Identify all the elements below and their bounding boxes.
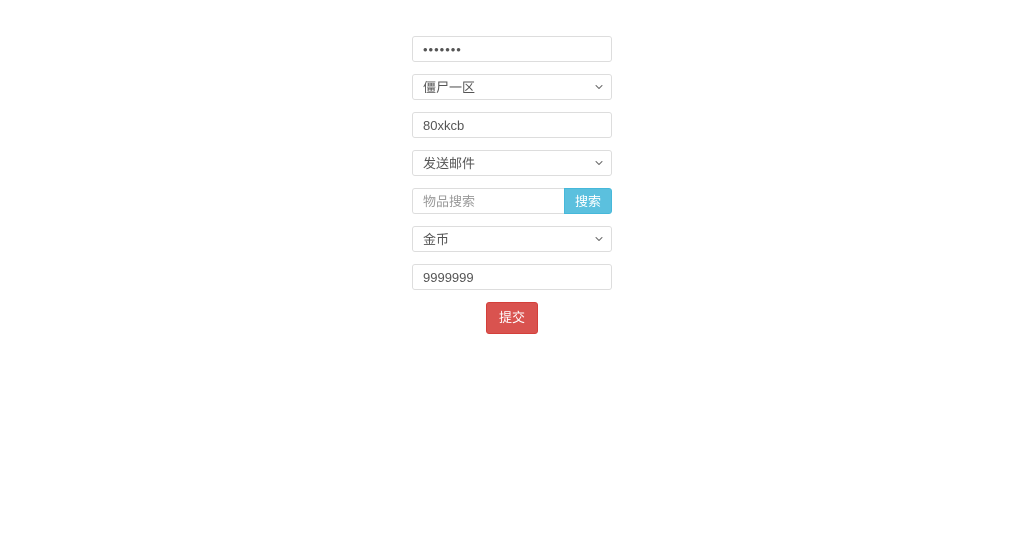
account-group	[412, 112, 612, 138]
zone-select[interactable]: 僵尸一区	[412, 74, 612, 100]
item-group: 金币	[412, 226, 612, 252]
form-container: 僵尸一区 发送邮件 搜索 金币 提交	[412, 0, 612, 334]
amount-input[interactable]	[412, 264, 612, 290]
action-group: 发送邮件	[412, 150, 612, 176]
item-search-input[interactable]	[412, 188, 564, 214]
submit-row: 提交	[412, 302, 612, 334]
item-select[interactable]: 金币	[412, 226, 612, 252]
amount-group	[412, 264, 612, 290]
zone-group: 僵尸一区	[412, 74, 612, 100]
action-select[interactable]: 发送邮件	[412, 150, 612, 176]
search-input-group: 搜索	[412, 188, 612, 214]
submit-button[interactable]: 提交	[486, 302, 538, 334]
search-button[interactable]: 搜索	[564, 188, 612, 214]
password-input[interactable]	[412, 36, 612, 62]
account-input[interactable]	[412, 112, 612, 138]
password-group	[412, 36, 612, 62]
search-group: 搜索	[412, 188, 612, 214]
